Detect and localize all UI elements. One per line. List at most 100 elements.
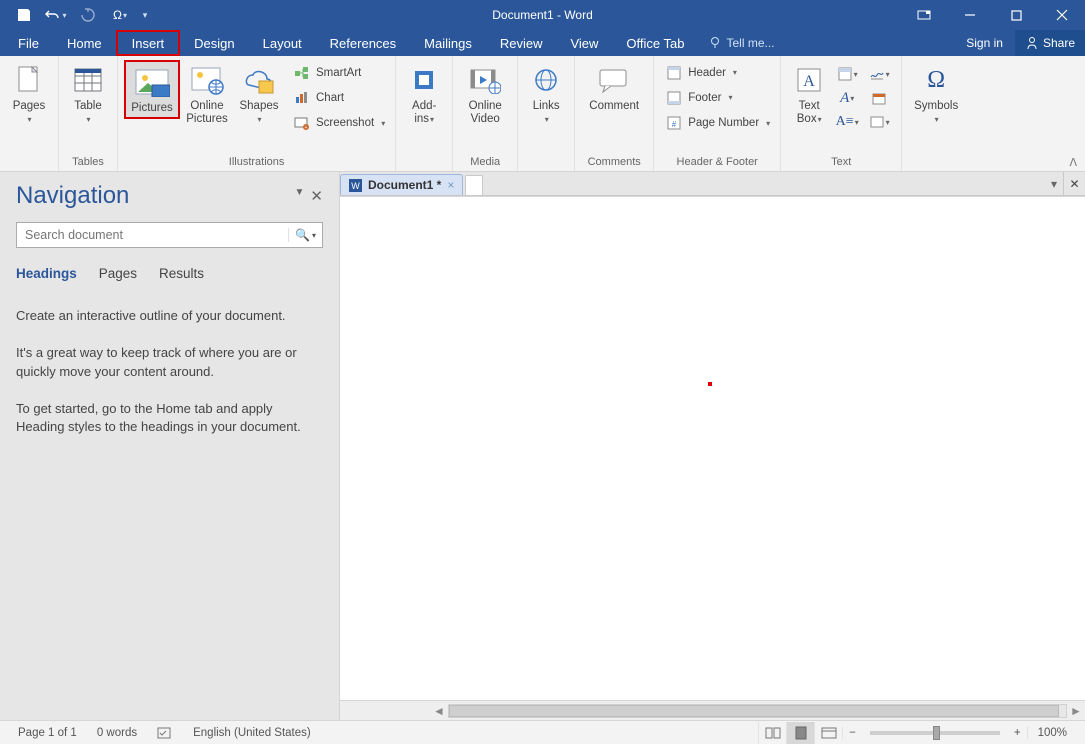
ribbon-tabs: File Home Insert Design Layout Reference… [0, 30, 1085, 56]
group-headerfooter-label: Header & Footer [660, 156, 774, 171]
svg-text:W: W [351, 181, 360, 191]
navigation-pane: Navigation ▼ ✕ 🔍▾ Headings Pages Results… [0, 172, 340, 720]
lightbulb-icon [708, 36, 722, 50]
chart-button[interactable]: Chart [290, 89, 389, 107]
zoom-handle[interactable] [933, 726, 940, 740]
tab-view[interactable]: View [556, 30, 612, 56]
share-icon [1025, 36, 1039, 50]
zoom-slider[interactable] [870, 731, 1000, 735]
tell-me-label: Tell me... [726, 36, 774, 50]
quick-access-toolbar: ▾ Ω▾ ▾ [0, 3, 152, 28]
search-go-button[interactable]: 🔍▾ [288, 228, 322, 242]
group-text-label: Text [787, 156, 895, 171]
status-language[interactable]: English (United States) [183, 727, 321, 739]
ribbon-display-icon[interactable] [901, 0, 947, 30]
status-bar: Page 1 of 1 0 words English (United Stat… [0, 720, 1085, 744]
screenshot-button[interactable]: +Screenshot▾ [290, 114, 389, 132]
date-time-button[interactable] [867, 87, 891, 109]
zoom-level[interactable]: 100% [1027, 727, 1077, 739]
nav-tab-pages[interactable]: Pages [99, 266, 137, 281]
cursor-indicator [708, 382, 712, 386]
undo-icon[interactable]: ▾ [42, 3, 70, 28]
redo-icon[interactable] [74, 3, 102, 28]
status-page[interactable]: Page 1 of 1 [8, 727, 87, 739]
collapse-ribbon-icon[interactable]: ᐱ [1069, 156, 1077, 169]
svg-text:#: # [672, 120, 677, 129]
qa-customize-icon[interactable]: ▾ [138, 3, 152, 28]
footer-button[interactable]: Footer▾ [662, 88, 774, 108]
tab-references[interactable]: References [316, 30, 410, 56]
zoom-in-button[interactable]: + [1008, 727, 1027, 739]
header-icon [666, 65, 682, 81]
view-print-layout-icon[interactable] [786, 722, 814, 744]
document-tab-bar: W Document1 * × ▾ ✕ [340, 172, 1085, 196]
tab-home[interactable]: Home [53, 30, 116, 56]
view-buttons [758, 722, 842, 744]
nav-dropdown-icon[interactable]: ▼ [295, 187, 305, 205]
view-read-mode-icon[interactable] [758, 722, 786, 744]
comment-button[interactable]: Comment [581, 60, 647, 115]
ribbon: Pages▾ Table▾ Tables Pictures Online Pic… [0, 56, 1085, 172]
addins-icon [406, 62, 442, 98]
save-icon[interactable] [10, 3, 38, 28]
signature-line-button[interactable]: ▾ [867, 63, 891, 85]
shapes-button[interactable]: Shapes▾ [234, 60, 284, 128]
tab-file[interactable]: File [4, 30, 53, 56]
symbols-button[interactable]: Ω Symbols▾ [908, 60, 964, 128]
drop-cap-button[interactable]: A≡▾ [835, 111, 859, 133]
status-words[interactable]: 0 words [87, 727, 147, 739]
tab-review[interactable]: Review [486, 30, 557, 56]
text-box-button[interactable]: A Text Box▾ [787, 60, 831, 128]
tell-me-search[interactable]: Tell me... [698, 30, 784, 56]
symbol-quick-icon[interactable]: Ω▾ [106, 3, 134, 28]
object-button[interactable]: ▾ [867, 111, 891, 133]
nav-tab-results[interactable]: Results [159, 266, 204, 281]
doc-tabs-close-icon[interactable]: ✕ [1063, 172, 1085, 195]
window-title: Document1 - Word [492, 8, 592, 22]
nav-close-icon[interactable]: ✕ [310, 187, 323, 205]
search-box[interactable]: 🔍▾ [16, 222, 323, 248]
horizontal-scrollbar[interactable]: ◄ ► [340, 700, 1085, 720]
tab-design[interactable]: Design [180, 30, 248, 56]
tab-mailings[interactable]: Mailings [410, 30, 486, 56]
header-button[interactable]: Header▾ [662, 63, 774, 83]
zoom-out-button[interactable]: − [842, 727, 862, 739]
group-illustrations-label: Illustrations [124, 156, 389, 171]
sign-in-button[interactable]: Sign in [954, 30, 1015, 56]
pages-button[interactable]: Pages▾ [6, 60, 52, 128]
links-button[interactable]: Links▾ [524, 60, 568, 128]
nav-tab-headings[interactable]: Headings [16, 266, 77, 281]
tab-layout[interactable]: Layout [249, 30, 316, 56]
tab-insert[interactable]: Insert [116, 30, 181, 56]
doc-tab-close-icon[interactable]: × [447, 178, 454, 192]
table-button[interactable]: Table▾ [65, 60, 111, 128]
svg-text:+: + [305, 125, 308, 130]
new-tab-button[interactable] [465, 175, 483, 195]
pictures-button[interactable]: Pictures [124, 60, 180, 119]
share-button[interactable]: Share [1015, 30, 1085, 56]
page-number-button[interactable]: #Page Number▾ [662, 113, 774, 133]
smartart-button[interactable]: SmartArt [290, 64, 389, 82]
view-web-layout-icon[interactable] [814, 722, 842, 744]
quick-parts-button[interactable]: ▾ [835, 63, 859, 85]
status-spellcheck[interactable] [147, 726, 183, 740]
document-tab[interactable]: W Document1 * × [340, 174, 463, 195]
document-canvas[interactable] [340, 196, 1085, 700]
wordart-button[interactable]: A▾ [835, 87, 859, 109]
addins-button[interactable]: Add- ins▾ [402, 60, 446, 128]
online-video-button[interactable]: Online Video [459, 60, 511, 128]
close-icon[interactable] [1039, 0, 1085, 30]
online-pictures-button[interactable]: Online Pictures [180, 60, 234, 128]
scroll-track[interactable] [448, 704, 1067, 718]
tab-office-tab[interactable]: Office Tab [612, 30, 698, 56]
scroll-right-icon[interactable]: ► [1067, 704, 1085, 718]
search-input[interactable] [17, 228, 288, 242]
group-tables-label: Tables [65, 156, 111, 171]
scroll-thumb[interactable] [449, 705, 1059, 717]
minimize-icon[interactable] [947, 0, 993, 30]
doc-tabs-dropdown-icon[interactable]: ▾ [1045, 172, 1063, 195]
footer-icon [666, 90, 682, 106]
maximize-icon[interactable] [993, 0, 1039, 30]
titlebar: ▾ Ω▾ ▾ Document1 - Word [0, 0, 1085, 30]
scroll-left-icon[interactable]: ◄ [430, 704, 448, 718]
